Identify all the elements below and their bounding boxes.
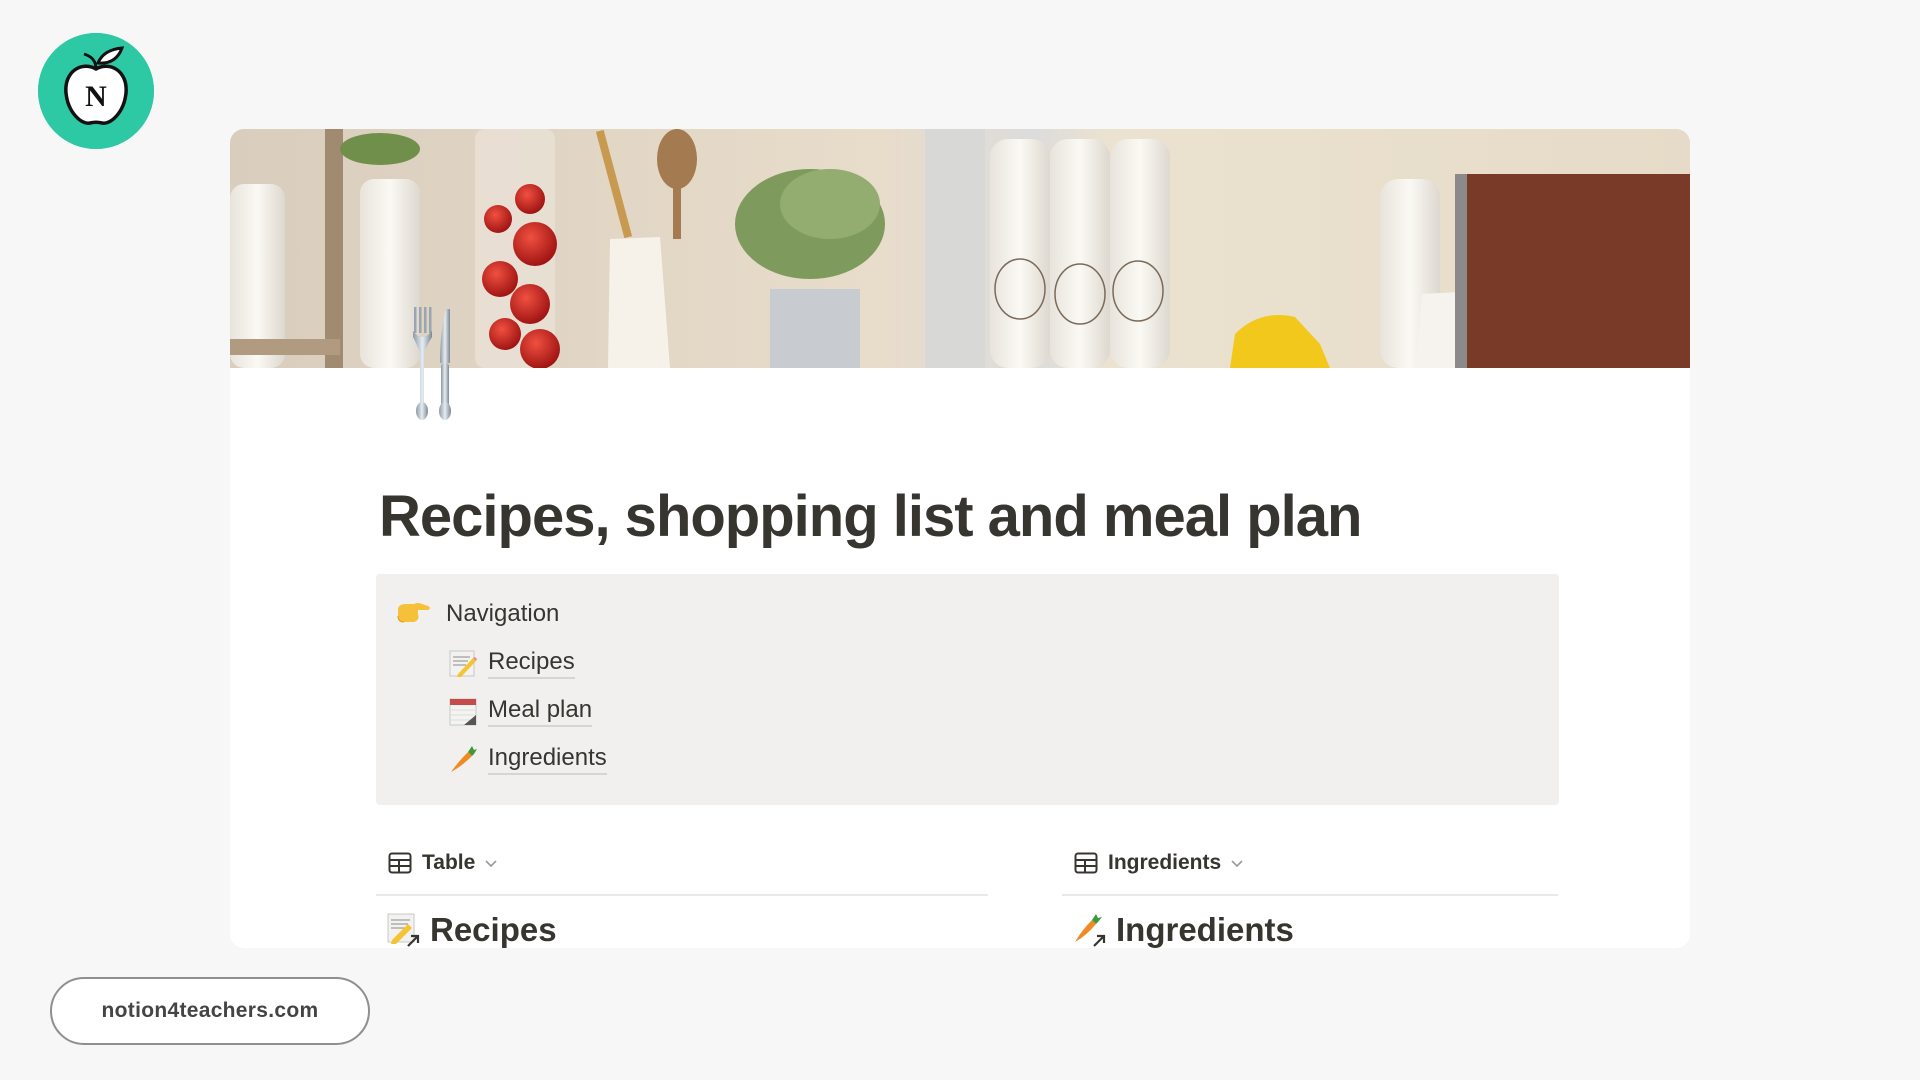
database-title-ingredients[interactable]: Ingredients — [1072, 911, 1294, 948]
recipes-linked-database: Table Recipes — [376, 843, 988, 948]
table-icon — [388, 852, 412, 874]
database-title-label: Ingredients — [1116, 911, 1294, 948]
view-label: Table — [422, 851, 476, 874]
apple-n-logo-icon: N — [38, 33, 154, 149]
view-selector-ingredients[interactable]: Ingredients — [1074, 851, 1245, 875]
database-title-label: Recipes — [430, 911, 557, 948]
pointing-hand-icon — [394, 598, 432, 628]
page-icon[interactable] — [406, 307, 496, 427]
nav-link-label: Meal plan — [488, 695, 593, 727]
view-label: Ingredients — [1108, 851, 1222, 874]
chevron-down-icon — [1229, 855, 1245, 871]
brand-logo: N — [38, 33, 154, 149]
view-selector-table[interactable]: Table — [388, 851, 499, 875]
nav-link-meal-plan[interactable]: Meal plan — [448, 693, 593, 729]
notion-page: Recipes, shopping list and meal plan Nav… — [230, 129, 1690, 948]
nav-link-ingredients[interactable]: Ingredients — [448, 741, 607, 777]
website-link[interactable]: notion4teachers.com — [50, 977, 370, 1045]
table-icon — [1074, 852, 1098, 874]
fork-and-knife-icon — [413, 307, 451, 420]
database-title-recipes[interactable]: Recipes — [386, 911, 557, 948]
navigation-callout: Navigation Recipes Meal plan Ingredients — [376, 574, 1559, 805]
ingredients-linked-database: Ingredients Ingredients — [1062, 843, 1558, 948]
callout-heading: Navigation — [446, 600, 560, 627]
divider — [1062, 894, 1558, 896]
memo-link-icon — [386, 912, 422, 948]
divider — [376, 894, 988, 896]
memo-icon — [448, 648, 478, 678]
svg-text:N: N — [85, 80, 107, 113]
carrot-icon — [448, 744, 478, 774]
nav-link-label: Recipes — [488, 647, 575, 679]
spiral-calendar-icon — [448, 696, 478, 726]
nav-link-label: Ingredients — [488, 743, 607, 775]
page-title[interactable]: Recipes, shopping list and meal plan — [379, 483, 1362, 550]
nav-link-recipes[interactable]: Recipes — [448, 645, 575, 681]
carrot-link-icon — [1072, 912, 1108, 948]
chevron-down-icon — [483, 855, 499, 871]
